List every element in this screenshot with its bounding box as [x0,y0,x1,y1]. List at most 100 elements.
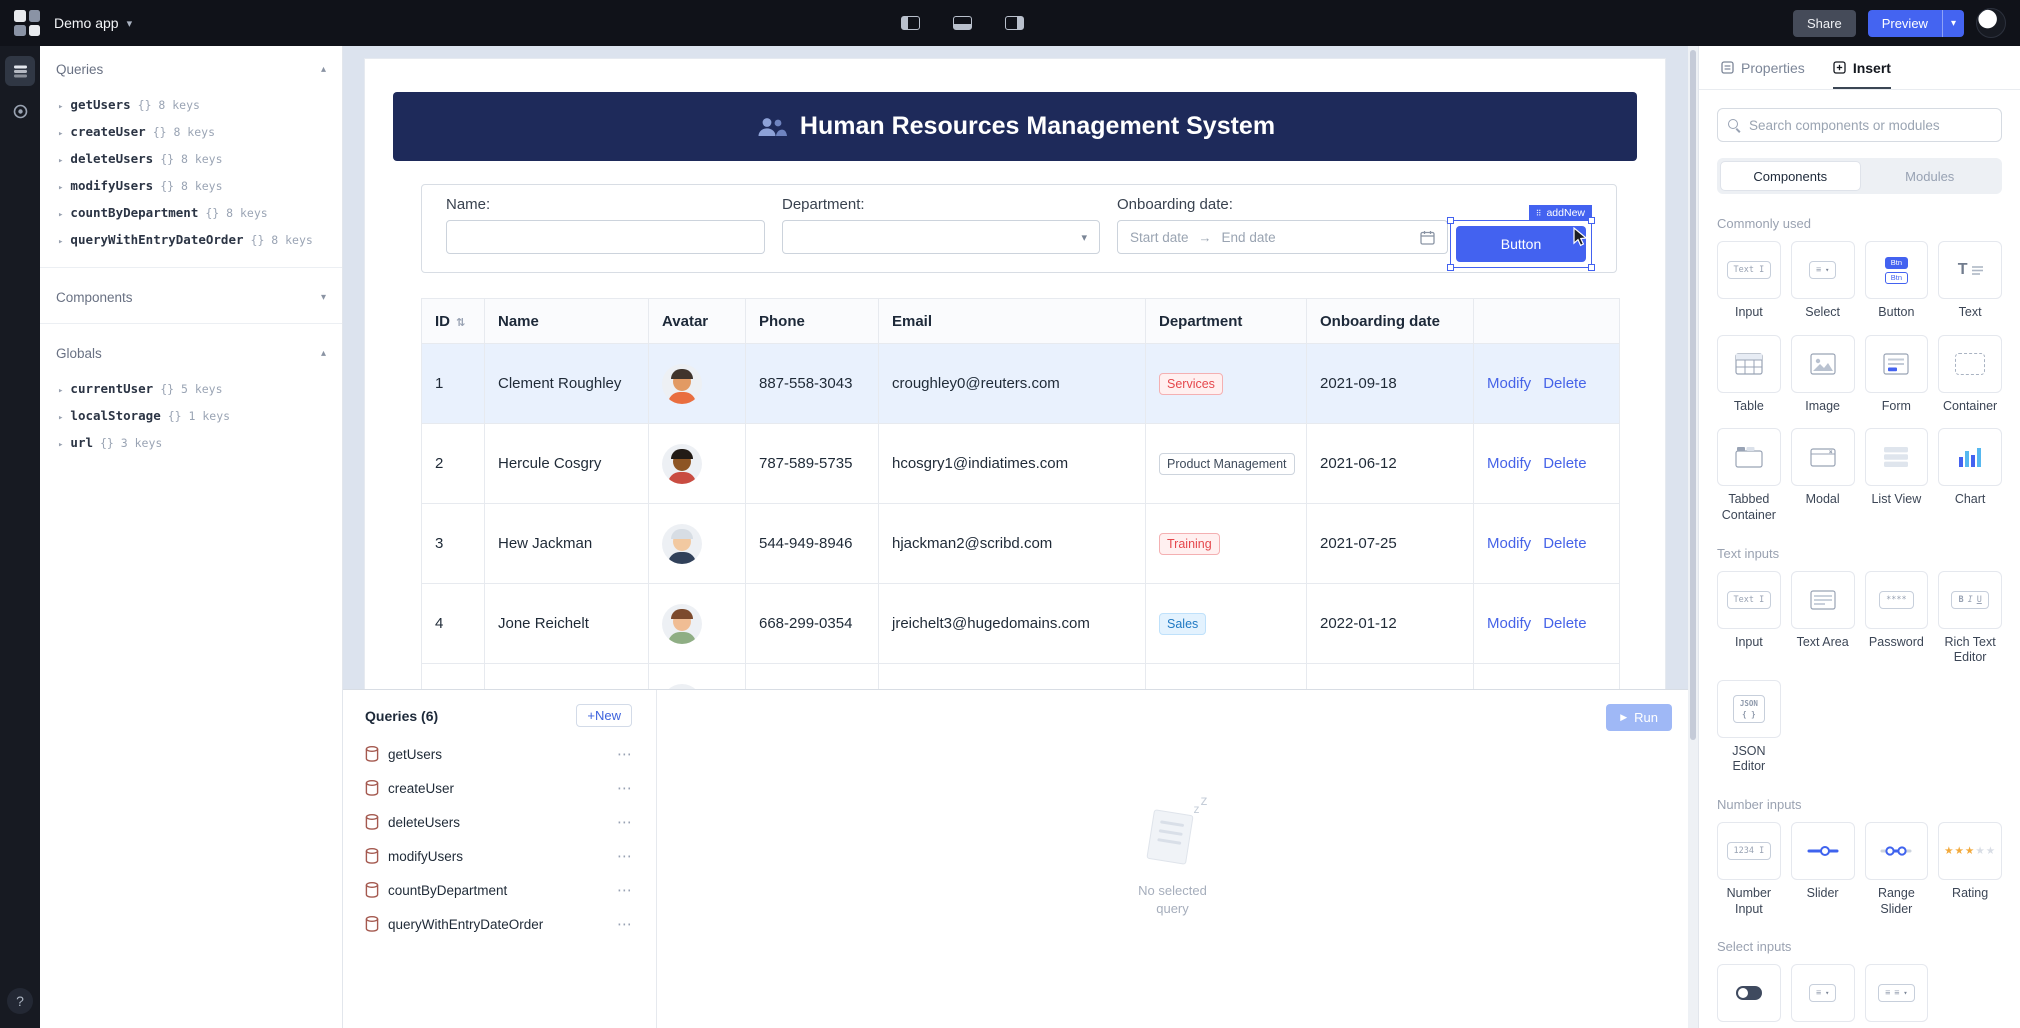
component-card-text-area[interactable]: Text Area [1791,571,1855,666]
modify-link[interactable]: Modify [1487,535,1531,552]
component-card-input[interactable]: Text IInput [1717,241,1781,321]
table-row[interactable]: 1 Clement Roughley 887-558-3043 croughle… [422,344,1620,424]
component-card-form[interactable]: Form [1865,335,1929,415]
component-card-table[interactable]: Table [1717,335,1781,415]
delete-link[interactable]: Delete [1543,455,1586,472]
toggle-query-panel-icon[interactable] [948,8,978,38]
component-card-range-slider[interactable]: Range Slider [1865,822,1929,917]
search-input[interactable] [1749,118,1991,133]
modify-link[interactable]: Modify [1487,455,1531,472]
resize-handle[interactable] [1588,264,1595,271]
query-item-getUsers[interactable]: getUsers⋯ [343,737,656,771]
share-button[interactable]: Share [1793,10,1856,37]
name-input[interactable] [446,220,765,254]
component-card-modal[interactable]: Modal [1791,428,1855,523]
tab-properties[interactable]: Properties [1721,46,1805,89]
app-logo-icon[interactable] [14,10,40,36]
component-card-password[interactable]: ****Password [1865,571,1929,666]
app-name-menu[interactable]: Demo app ▾ [54,15,132,31]
col-header-avatar[interactable]: Avatar [649,299,746,344]
add-new-button[interactable]: Button [1456,226,1586,262]
segment-components[interactable]: Components [1720,161,1861,191]
query-menu-icon[interactable]: ⋯ [617,813,632,831]
col-header-phone[interactable]: Phone [746,299,879,344]
query-menu-icon[interactable]: ⋯ [617,779,632,797]
component-card-rich-text-editor[interactable]: BIURich Text Editor [1938,571,2002,666]
query-menu-icon[interactable]: ⋯ [617,915,632,933]
tree-item-url[interactable]: ▸url{} 3 keys [40,429,342,456]
tree-item-queryWithEntryDateOrder[interactable]: ▸queryWithEntryDateOrder{} 8 keys [40,226,342,253]
canvas-scrollbar[interactable] [1688,46,1698,1028]
col-header-department[interactable]: Department [1146,299,1307,344]
col-header-email[interactable]: Email [879,299,1146,344]
component-card-text[interactable]: TText [1938,241,2002,321]
toggle-right-panel-icon[interactable] [1000,8,1030,38]
components-section-header[interactable]: Components ▾ [40,274,342,317]
component-card-select[interactable]: ≡▾Select [1791,241,1855,321]
query-menu-icon[interactable]: ⋯ [617,847,632,865]
queries-section-header[interactable]: Queries ▴ [40,46,342,89]
tree-item-createUser[interactable]: ▸createUser{} 8 keys [40,118,342,145]
globals-section-header[interactable]: Globals ▴ [40,330,342,373]
component-card-json-editor[interactable]: JSON{ }JSON Editor [1717,680,1781,775]
component-card-image[interactable]: Image [1791,335,1855,415]
table-row[interactable]: 2 Hercule Cosgry 787-589-5735 hcosgry1@i… [422,424,1620,504]
delete-link[interactable]: Delete [1543,535,1586,552]
sort-icon[interactable]: ⇅ [456,317,465,329]
workspace-avatar[interactable] [1976,8,2006,38]
component-card-number-input[interactable]: 1234 INumber Input [1717,822,1781,917]
component-card-dropdown[interactable]: ≡▾ [1791,964,1855,1022]
query-item-modifyUsers[interactable]: modifyUsers⋯ [343,839,656,873]
tab-insert[interactable]: Insert [1833,46,1891,89]
component-card-button[interactable]: BtnBtnButton [1865,241,1929,321]
query-item-deleteUsers[interactable]: deleteUsers⋯ [343,805,656,839]
preview-button[interactable]: Preview [1868,10,1942,37]
mouse-cursor [1572,227,1590,247]
date-range-picker[interactable]: Start date → End date [1117,220,1448,254]
query-menu-icon[interactable]: ⋯ [617,881,632,899]
run-query-button[interactable]: ▶ Run [1606,704,1672,731]
department-select[interactable]: ▾ [782,220,1100,254]
component-card-list-view[interactable]: List View [1865,428,1929,523]
component-card-chart[interactable]: Chart [1938,428,2002,523]
new-query-button[interactable]: +New [576,704,632,727]
toggle-left-panel-icon[interactable] [896,8,926,38]
component-card-toggle[interactable] [1717,964,1781,1022]
scrollbar-thumb[interactable] [1690,50,1696,740]
resize-handle[interactable] [1447,264,1454,271]
query-menu-icon[interactable]: ⋯ [617,745,632,763]
tree-item-currentUser[interactable]: ▸currentUser{} 5 keys [40,375,342,402]
tree-item-getUsers[interactable]: ▸getUsers{} 8 keys [40,91,342,118]
delete-link[interactable]: Delete [1543,375,1586,392]
resize-handle[interactable] [1588,217,1595,224]
modify-link[interactable]: Modify [1487,615,1531,632]
component-card-multiselect[interactable]: ≡≡▾ [1865,964,1929,1022]
query-item-createUser[interactable]: createUser⋯ [343,771,656,805]
modify-link[interactable]: Modify [1487,375,1531,392]
col-header-id[interactable]: ID⇅ [422,299,485,344]
resize-handle[interactable] [1447,217,1454,224]
table-row[interactable]: 4 Jone Reichelt 668-299-0354 jreichelt3@… [422,584,1620,664]
tree-item-countByDepartment[interactable]: ▸countByDepartment{} 8 keys [40,199,342,226]
col-header-name[interactable]: Name [485,299,649,344]
component-card-rating[interactable]: ★★★★★Rating [1938,822,2002,917]
preview-dropdown-icon[interactable]: ▾ [1942,10,1964,37]
app-canvas[interactable]: Human Resources Management System Name: … [364,58,1666,708]
component-card-tabbed-container[interactable]: Tabbed Container [1717,428,1781,523]
query-item-queryWithEntryDateOrder[interactable]: queryWithEntryDateOrder⋯ [343,907,656,941]
component-card-input[interactable]: Text IInput [1717,571,1781,666]
component-card-container[interactable]: Container [1938,335,2002,415]
segment-modules[interactable]: Modules [1861,161,2000,191]
delete-link[interactable]: Delete [1543,615,1586,632]
table-row[interactable]: 3 Hew Jackman 544-949-8946 hjackman2@scr… [422,504,1620,584]
help-icon[interactable]: ? [7,988,33,1014]
tree-item-localStorage[interactable]: ▸localStorage{} 1 keys [40,402,342,429]
selected-widget-outline[interactable]: ⠿ addNew Button [1450,220,1592,268]
component-card-slider[interactable]: Slider [1791,822,1855,917]
query-item-countByDepartment[interactable]: countByDepartment⋯ [343,873,656,907]
tree-item-modifyUsers[interactable]: ▸modifyUsers{} 8 keys [40,172,342,199]
col-header-onboarding[interactable]: Onboarding date [1307,299,1474,344]
inspector-icon[interactable] [5,56,35,86]
debugger-icon[interactable] [5,96,35,126]
tree-item-deleteUsers[interactable]: ▸deleteUsers{} 8 keys [40,145,342,172]
